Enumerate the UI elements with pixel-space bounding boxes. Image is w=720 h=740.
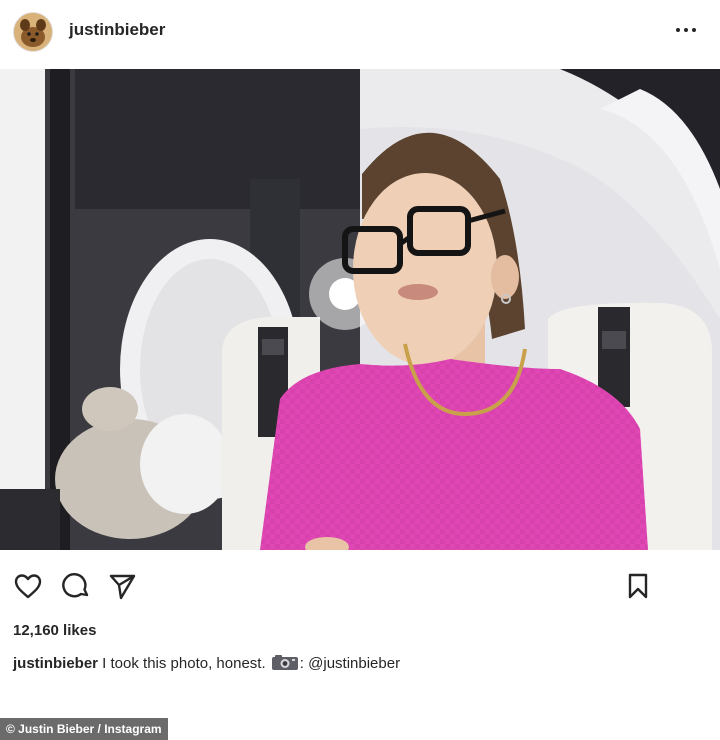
post-caption: justinbieber I took this photo, honest. … bbox=[13, 654, 400, 672]
bookmark-icon[interactable] bbox=[623, 571, 653, 601]
caption-mention[interactable]: : @justinbieber bbox=[300, 655, 400, 672]
post-photo[interactable] bbox=[0, 69, 720, 550]
paper-plane-icon[interactable] bbox=[107, 571, 137, 601]
ellipsis-icon[interactable] bbox=[674, 18, 698, 42]
caption-username[interactable]: justinbieber bbox=[13, 655, 98, 672]
heart-icon[interactable] bbox=[13, 571, 43, 601]
likes-count[interactable]: 12,160 likes bbox=[13, 622, 96, 639]
photo-credit: © Justin Bieber / Instagram bbox=[0, 718, 168, 740]
post-username[interactable]: justinbieber bbox=[69, 20, 165, 40]
post-header: justinbieber bbox=[0, 0, 720, 64]
camera-icon bbox=[271, 654, 299, 671]
photo-illustration bbox=[0, 69, 720, 550]
post-actions bbox=[0, 565, 720, 609]
comment-icon[interactable] bbox=[61, 571, 91, 601]
avatar-image bbox=[14, 13, 52, 51]
profile-avatar[interactable] bbox=[13, 12, 53, 52]
caption-text: I took this photo, honest. bbox=[98, 655, 270, 672]
